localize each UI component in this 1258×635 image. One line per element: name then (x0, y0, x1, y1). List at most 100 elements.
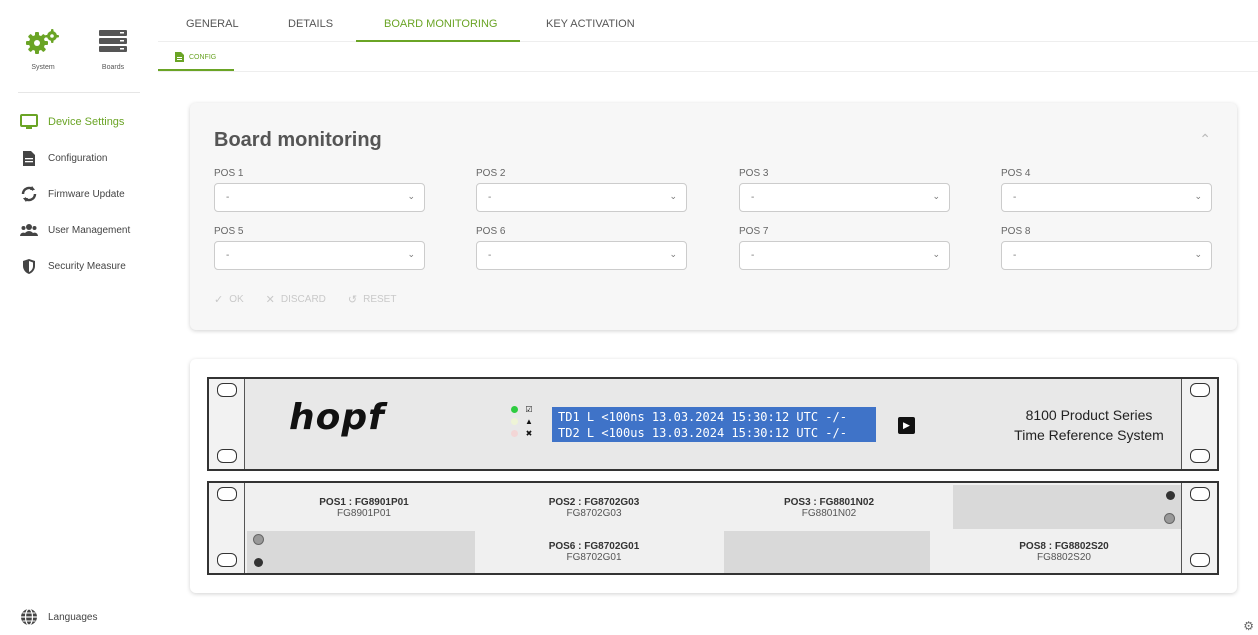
pos3-value: - (751, 192, 755, 203)
globe-icon (21, 608, 37, 626)
discard-label: DISCARD (280, 294, 326, 305)
check-icon: ✓ (214, 294, 224, 306)
pos1-select[interactable]: - ⌄ (214, 183, 425, 212)
top-tabs: GENERAL DETAILS BOARD MONITORING KEY ACT… (158, 0, 1258, 42)
card-title: Board monitoring (214, 129, 382, 151)
yellow-led (511, 417, 518, 425)
slot-title: POS6 : FG8702G01 (548, 541, 640, 552)
slot-pos3[interactable]: POS3 : FG8801N02 FG8801N02 (714, 497, 944, 519)
blank-slot (724, 531, 930, 573)
active-subtab-indicator (158, 69, 234, 71)
rack-ear-right (1181, 483, 1217, 573)
rack-ear-left (209, 379, 245, 469)
slot-pos2[interactable]: POS2 : FG8702G03 FG8702G03 (479, 497, 709, 519)
tab-key-activation[interactable]: KEY ACTIVATION (546, 18, 635, 30)
chevron-down-icon: ⌄ (1194, 249, 1202, 259)
slot-sub: FG8702G01 (566, 552, 622, 563)
pos7-field: POS 7 - ⌄ (739, 226, 950, 270)
sub-tabs: CONFIG (158, 42, 1258, 72)
pos3-field: POS 3 - ⌄ (739, 168, 950, 212)
slot-pos6[interactable]: POS6 : FG8702G01 FG8702G01 (479, 541, 709, 563)
led-row-sync: ☑ (511, 403, 534, 415)
display-line-1: TD1 L <100ns 13.03.2024 15:30:12 UTC -/- (558, 410, 847, 424)
monitor-icon (20, 113, 38, 131)
hopf-logo: hopf (289, 397, 385, 438)
slot-pos1[interactable]: POS1 : FG8901P01 FG8901P01 (249, 497, 479, 519)
ok-label: OK (229, 294, 244, 305)
pos3-select[interactable]: - ⌄ (739, 183, 950, 212)
discard-button[interactable]: ✕ DISCARD (266, 293, 326, 306)
slot-title: POS1 : FG8901P01 (319, 497, 409, 508)
slot-sub: FG8801N02 (801, 508, 857, 519)
status-leds: ☑ ▲ ✖ (511, 403, 534, 439)
slot-pos8[interactable]: POS8 : FG8802S20 FG8802S20 (949, 541, 1179, 563)
collapse-chevron-up-icon[interactable]: ⌃ (1199, 131, 1211, 148)
server-icon (99, 30, 127, 52)
tab-details[interactable]: DETAILS (288, 18, 333, 30)
sidebar-item-label: Device Settings (48, 116, 125, 128)
sidebar-item-security-measure[interactable]: Security Measure (0, 248, 145, 284)
form-actions: ✓ OK ✕ DISCARD ↺ RESET (214, 293, 418, 306)
slot-title: POS2 : FG8702G03 (548, 497, 640, 508)
rack-ear-left (209, 483, 245, 573)
knob-icon (254, 558, 263, 567)
pos5-select[interactable]: - ⌄ (214, 241, 425, 270)
undo-icon: ↺ (347, 294, 358, 306)
mount-hole (1190, 553, 1210, 567)
sidebar-item-device-settings[interactable]: Device Settings (0, 104, 145, 140)
pos5-label: POS 5 (214, 226, 244, 237)
green-led (511, 405, 518, 413)
pos7-select[interactable]: - ⌄ (739, 241, 950, 270)
reset-button[interactable]: ↺ RESET (348, 293, 397, 306)
boards-label: Boards (101, 64, 125, 71)
slot-sub: FG8702G03 (566, 508, 622, 519)
display-line-2: TD2 L <100us 13.03.2024 15:30:12 UTC -/- (558, 426, 847, 440)
pos2-value: - (488, 192, 492, 203)
chevron-down-icon: ⌄ (1194, 191, 1202, 201)
shield-icon (20, 257, 38, 275)
led-row-warning: ▲ (511, 415, 534, 427)
pos8-field: POS 8 - ⌄ (1001, 226, 1212, 270)
pos6-select[interactable]: - ⌄ (476, 241, 687, 270)
chevron-down-icon: ⌄ (407, 249, 415, 259)
pos4-select[interactable]: - ⌄ (1001, 183, 1212, 212)
pos2-label: POS 2 (476, 168, 506, 179)
pos2-select[interactable]: - ⌄ (476, 183, 687, 212)
sidebar-item-user-management[interactable]: User Management (0, 212, 145, 248)
pos6-value: - (488, 250, 492, 261)
screw-icon (253, 534, 264, 545)
subtab-config-label: CONFIG (189, 53, 217, 61)
refresh-icon (20, 185, 38, 203)
board-monitoring-card: Board monitoring ⌃ POS 1 - ⌄ POS 2 - ⌄ POS… (190, 103, 1237, 330)
play-icon[interactable]: ▶ (898, 417, 915, 434)
screw-icon (1164, 513, 1175, 524)
settings-gear-icon[interactable]: ⚙ (1243, 619, 1254, 633)
chevron-down-icon: ⌄ (932, 249, 940, 259)
sidebar-item-firmware-update[interactable]: Firmware Update (0, 176, 145, 212)
mount-hole (1190, 383, 1210, 397)
mount-hole (217, 487, 237, 501)
slot-sub: FG8901P01 (337, 508, 391, 519)
knob-icon (1166, 491, 1175, 500)
tab-board-monitoring[interactable]: BOARD MONITORING (384, 18, 497, 30)
mount-hole (217, 383, 237, 397)
slot-sub: FG8802S20 (1037, 552, 1091, 563)
gears-icon (26, 29, 59, 54)
subtab-config[interactable]: CONFIG (175, 52, 216, 62)
tab-general[interactable]: GENERAL (186, 18, 239, 30)
system-label: System (31, 64, 55, 71)
system-button[interactable]: System (18, 28, 68, 71)
chevron-down-icon: ⌄ (932, 191, 940, 201)
document-icon (20, 149, 38, 167)
ok-button[interactable]: ✓ OK (214, 293, 244, 306)
sidebar-item-configuration[interactable]: Configuration (0, 140, 145, 176)
languages-button[interactable]: Languages (20, 608, 98, 626)
rack-ear-right (1181, 379, 1217, 469)
led-row-error: ✖ (511, 427, 534, 439)
slot-title: POS8 : FG8802S20 (1019, 541, 1109, 552)
mount-hole (217, 449, 237, 463)
pos8-select[interactable]: - ⌄ (1001, 241, 1212, 270)
boards-button[interactable]: Boards (88, 28, 138, 71)
mount-hole (1190, 487, 1210, 501)
device-front-panel: hopf ☑ ▲ ✖ TD1 L <100ns 13.03.2024 15:30… (207, 377, 1219, 471)
